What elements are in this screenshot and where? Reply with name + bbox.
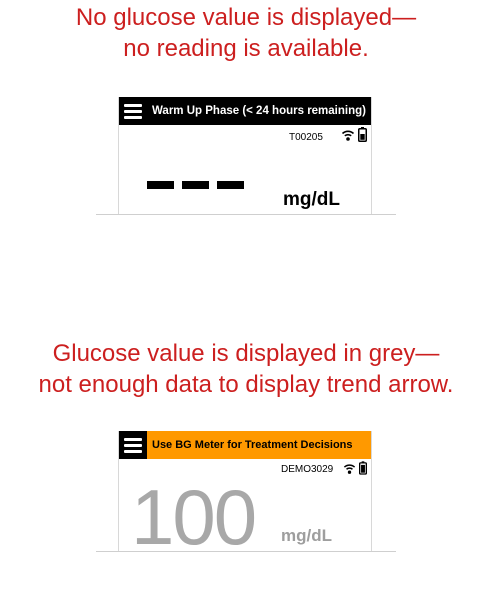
screen-header: Warm Up Phase (< 24 hours remaining)	[119, 97, 371, 125]
unit-label: mg/dL	[283, 189, 340, 210]
battery-icon	[359, 461, 367, 475]
caption-line: not enough data to display trend arrow.	[38, 371, 454, 398]
grey-value-screen: Use BG Meter for Treatment Decisions DEM…	[118, 431, 372, 556]
header-title: Warm Up Phase (< 24 hours remaining)	[152, 105, 366, 117]
dash	[182, 181, 209, 189]
caption-no-reading: No glucose value is displayed— no readin…	[0, 2, 492, 64]
unit-label: mg/dL	[281, 526, 332, 545]
signal-icon	[343, 464, 356, 474]
divider	[96, 551, 396, 552]
divider	[96, 214, 396, 215]
caption-line: no reading is available.	[123, 35, 369, 62]
glucose-value: 100	[131, 473, 257, 561]
caption-grey-value: Glucose value is displayed in grey— not …	[0, 338, 492, 400]
header-title: Use BG Meter for Treatment Decisions	[152, 439, 353, 451]
menu-icon[interactable]	[119, 97, 147, 125]
transmitter-id: T00205	[289, 132, 323, 143]
transmitter-id: DEMO3029	[281, 464, 334, 475]
signal-icon	[341, 130, 355, 141]
warmup-screen: Warm Up Phase (< 24 hours remaining) T00…	[118, 97, 372, 214]
caption-line: Glucose value is displayed in grey—	[52, 340, 440, 367]
menu-icon[interactable]	[119, 431, 147, 459]
dash	[217, 181, 244, 189]
no-reading-dashes	[147, 181, 244, 189]
status-icons	[343, 461, 367, 475]
dash	[147, 181, 174, 189]
status-icons	[341, 127, 367, 142]
caption-line: No glucose value is displayed—	[75, 4, 417, 31]
battery-icon	[358, 127, 367, 142]
screen-header: Use BG Meter for Treatment Decisions	[119, 431, 371, 459]
